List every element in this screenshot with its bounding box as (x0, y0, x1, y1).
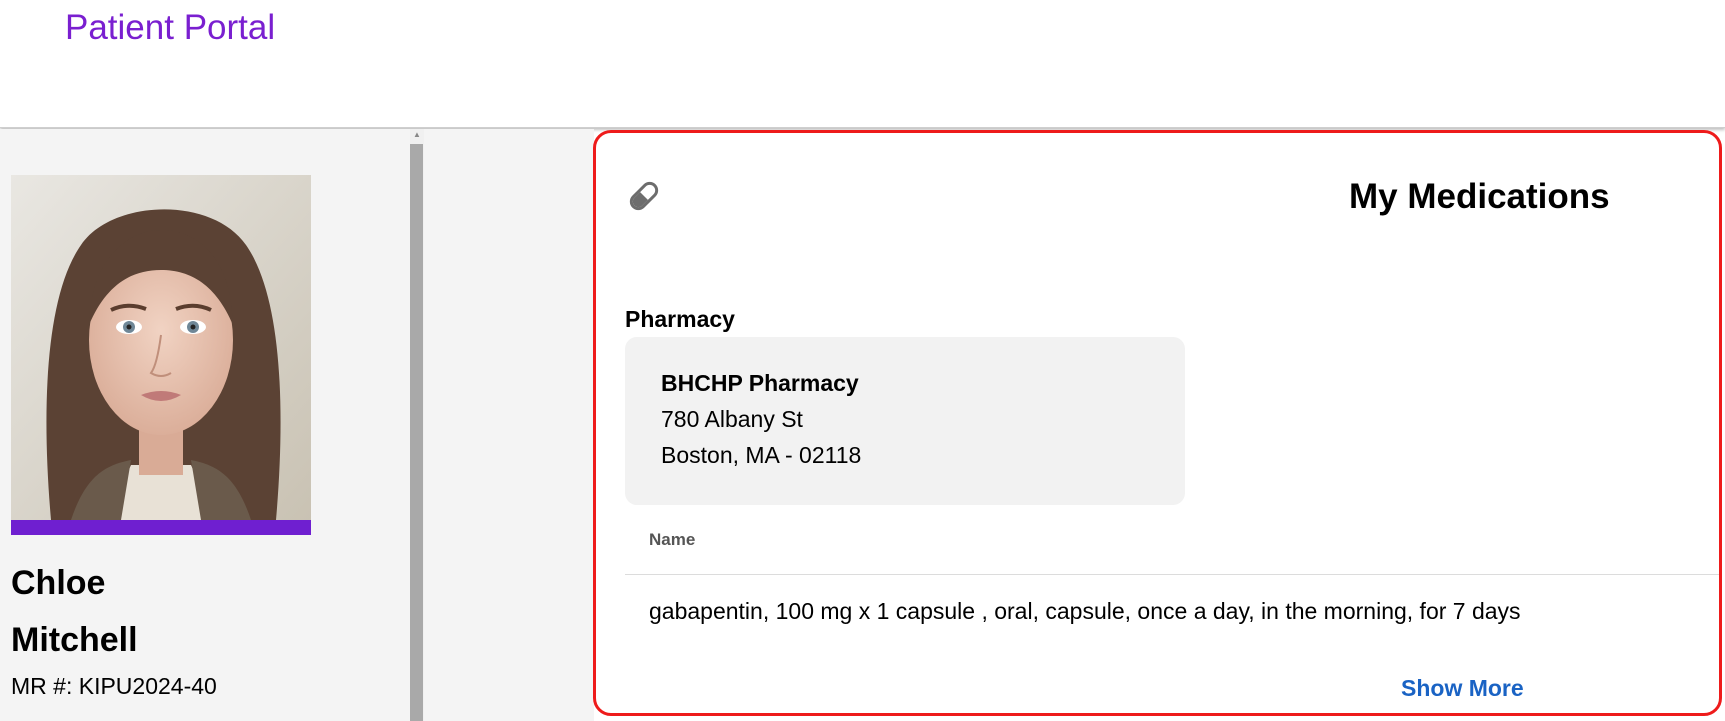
pharmacy-label: Pharmacy (625, 306, 735, 332)
medications-card: My Medications Pharmacy BHCHP Pharmacy 7… (593, 130, 1722, 716)
portal-title[interactable]: Patient Portal (65, 8, 275, 48)
pharmacy-address-line2: Boston, MA - 02118 (661, 442, 862, 468)
avatar-accent-bar (11, 520, 311, 535)
table-header-name[interactable]: Name (649, 530, 695, 550)
pharmacy-address-line1: 780 Albany St (661, 406, 803, 432)
patient-sidebar: Chloe Mitchell MR #: KIPU2024-40 (0, 129, 424, 721)
app-header: Patient Portal (0, 0, 1725, 128)
pharmacy-name: BHCHP Pharmacy (661, 370, 859, 396)
patient-mr-number: MR #: KIPU2024-40 (11, 673, 217, 699)
patient-first-name: Chloe (11, 564, 106, 602)
show-more-link[interactable]: Show More (1401, 675, 1524, 702)
pill-icon (627, 179, 661, 213)
content-gutter (424, 129, 594, 721)
table-divider (625, 574, 1719, 575)
patient-last-name: Mitchell (11, 621, 138, 659)
medications-title: My Medications (1349, 177, 1610, 216)
table-row[interactable]: gabapentin, 100 mg x 1 capsule , oral, c… (649, 598, 1521, 625)
patient-name: Chloe Mitchell (11, 555, 138, 669)
scroll-up-arrow-icon[interactable]: ▲ (410, 131, 424, 139)
pharmacy-info-box: BHCHP Pharmacy 780 Albany St Boston, MA … (625, 337, 1185, 505)
patient-avatar (11, 175, 311, 520)
sidebar-scroll-thumb[interactable] (410, 144, 423, 721)
